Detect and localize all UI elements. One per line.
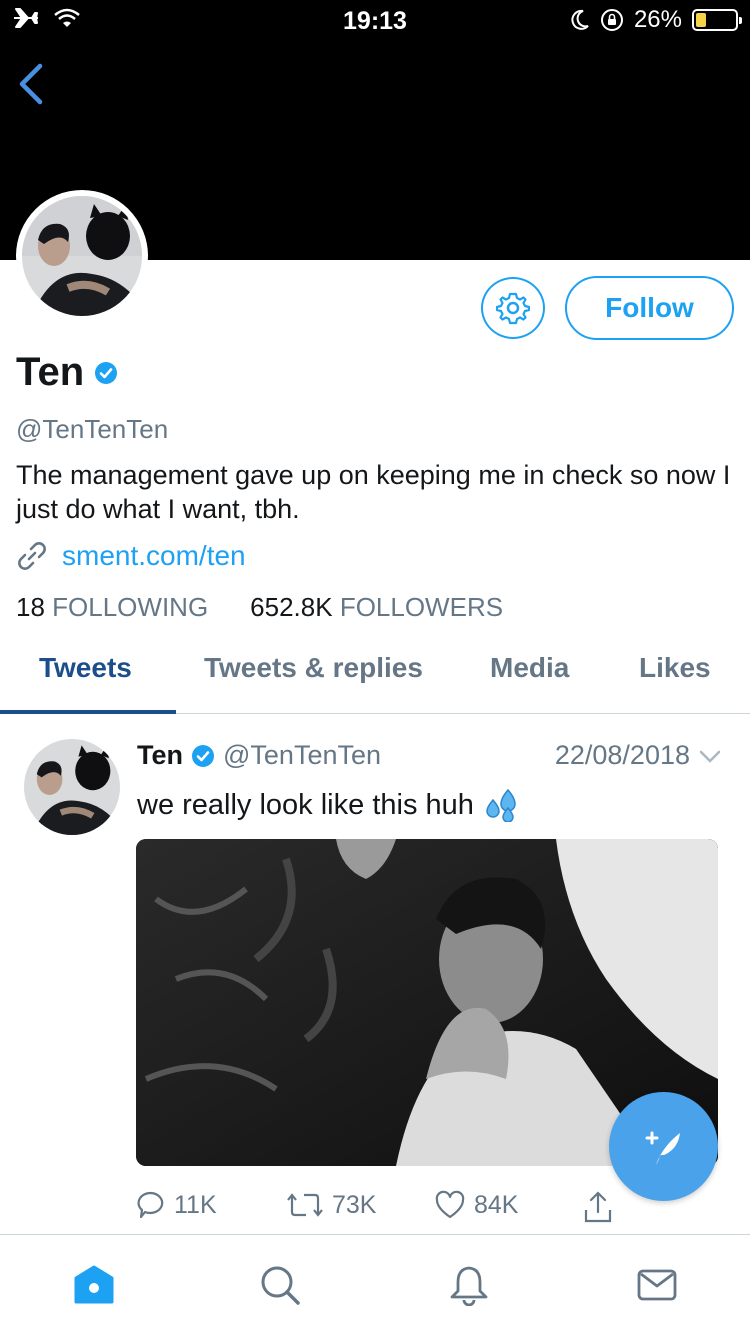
tab-media[interactable]: Media <box>490 652 569 684</box>
profile-link[interactable]: sment.com/ten <box>62 540 246 572</box>
tweet-header: Ten @TenTenTen 22/08/2018 <box>137 740 722 771</box>
mail-icon <box>637 1269 677 1301</box>
tweet-avatar[interactable] <box>24 739 120 835</box>
share-icon <box>584 1191 612 1223</box>
follow-button[interactable]: Follow <box>565 276 734 340</box>
following-count-link[interactable]: 18 FOLLOWING <box>16 592 208 623</box>
compose-icon <box>645 1131 680 1165</box>
profile-bio: The management gave up on keeping me in … <box>16 460 731 524</box>
like-count: 84K <box>474 1190 519 1219</box>
profile-link-row: sment.com/ten <box>16 540 246 572</box>
verified-icon <box>192 744 214 767</box>
tweet-actions: 11K 73K 84K <box>136 1190 636 1230</box>
tweet-date: 22/08/2018 <box>554 740 690 770</box>
link-icon <box>18 542 46 570</box>
following-count: 18 <box>16 592 45 622</box>
nav-messages[interactable] <box>635 1263 679 1307</box>
reply-button[interactable]: 11K <box>136 1190 217 1220</box>
nav-search[interactable] <box>258 1263 302 1307</box>
tweet-text: we really look like this huh <box>137 788 474 821</box>
profile-name-row: Ten <box>16 350 118 395</box>
tweet-date-row: 22/08/2018 <box>555 740 722 771</box>
profile-tabs: Tweets Tweets & replies Media Likes <box>0 640 750 714</box>
reply-icon <box>137 1191 164 1219</box>
follow-counts: 18 FOLLOWING 652.8K FOLLOWERS <box>16 592 503 623</box>
sweat-drops-icon <box>486 788 516 822</box>
following-label: FOLLOWING <box>52 592 209 622</box>
retweet-count: 73K <box>332 1190 377 1219</box>
verified-icon <box>95 361 118 384</box>
compose-button[interactable] <box>609 1092 718 1201</box>
tweet-author-handle[interactable]: @TenTenTen <box>223 740 381 771</box>
profile-handle: @TenTenTen <box>16 414 169 444</box>
followers-count-link[interactable]: 652.8K FOLLOWERS <box>250 592 503 623</box>
battery-icon <box>692 9 742 31</box>
tab-tweets[interactable]: Tweets <box>39 652 132 684</box>
nav-home[interactable] <box>72 1263 116 1307</box>
moon-icon <box>571 9 589 30</box>
retweet-button[interactable]: 73K <box>286 1190 376 1220</box>
followers-label: FOLLOWERS <box>339 592 504 622</box>
settings-button[interactable] <box>481 277 545 339</box>
tab-tweets-replies[interactable]: Tweets & replies <box>204 652 423 684</box>
battery-percent: 26% <box>633 6 682 33</box>
profile-name: Ten <box>16 350 85 394</box>
bottom-nav <box>0 1234 750 1334</box>
chevron-down-icon[interactable] <box>698 748 722 764</box>
tab-likes[interactable]: Likes <box>639 652 711 684</box>
tweet-text-row: we really look like this huh <box>137 788 522 822</box>
like-button[interactable]: 84K <box>434 1190 518 1220</box>
search-icon <box>261 1266 300 1305</box>
status-bar: 19:13 26% <box>0 0 750 40</box>
reply-count: 11K <box>174 1190 217 1219</box>
tweet-author-name[interactable]: Ten <box>137 740 183 771</box>
followers-count: 652.8K <box>250 592 333 622</box>
home-icon <box>74 1265 114 1304</box>
rotation-lock-icon <box>600 9 623 31</box>
profile-avatar[interactable] <box>16 190 148 322</box>
heart-icon <box>435 1190 465 1219</box>
share-button[interactable] <box>582 1190 614 1224</box>
bell-icon <box>450 1266 488 1306</box>
retweet-icon <box>287 1193 323 1217</box>
back-chevron-icon[interactable] <box>14 62 50 106</box>
profile-photo <box>22 196 142 316</box>
gear-icon <box>496 292 530 325</box>
active-tab-indicator <box>0 710 176 714</box>
nav-notifications[interactable] <box>447 1263 491 1307</box>
